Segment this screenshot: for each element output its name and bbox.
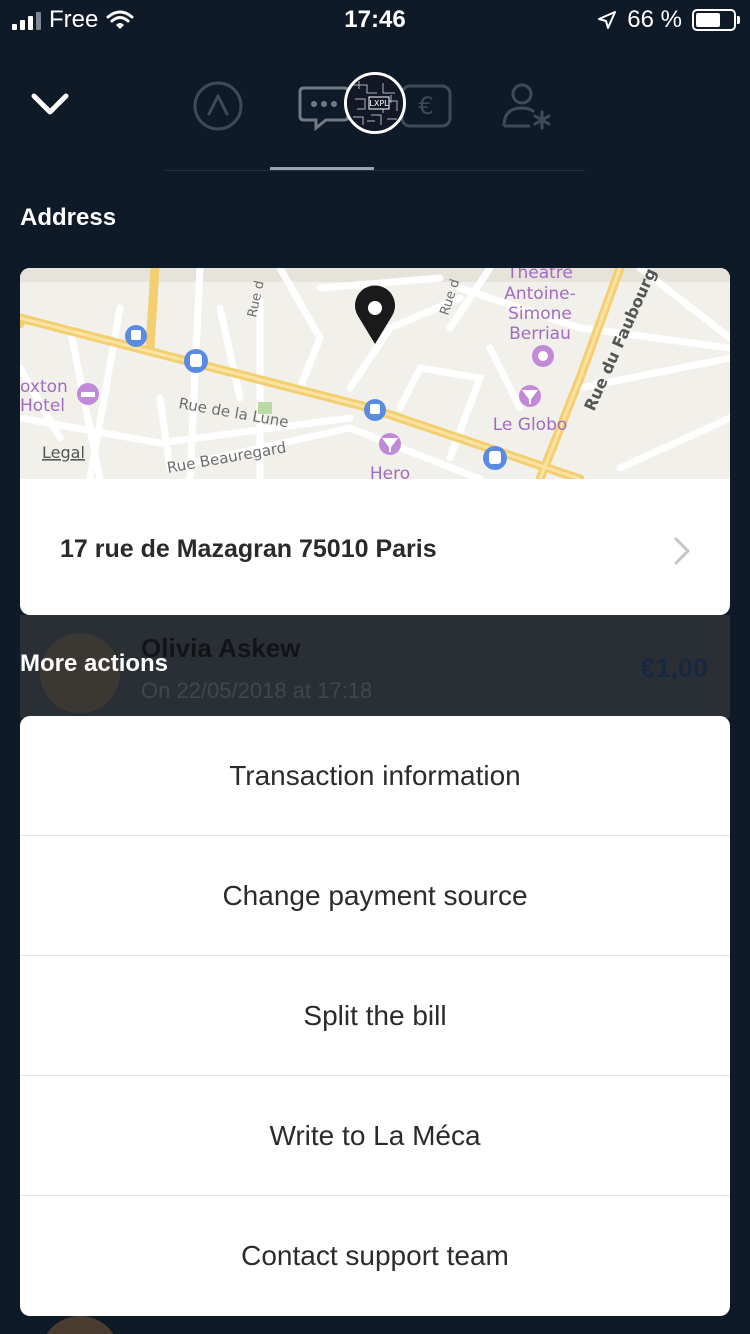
status-bar: Free 17:46 66 % xyxy=(0,0,750,40)
header: € LXPL xyxy=(0,40,750,180)
avatar xyxy=(40,1316,120,1334)
contact-support-button[interactable]: Contact support team xyxy=(20,1196,730,1316)
hotel-bed-icon xyxy=(77,383,99,405)
bar-cocktail-icon xyxy=(379,433,401,455)
svg-text:LXPL: LXPL xyxy=(369,99,389,108)
bar-cocktail-icon xyxy=(519,385,541,407)
map-poi-label-theatre-4: Berriau xyxy=(509,324,571,344)
svg-text:€: € xyxy=(418,92,433,120)
chevron-right-icon xyxy=(674,537,690,565)
map-poi-label-theatre-1: Theatre xyxy=(506,268,573,283)
address-card[interactable]: Rue de la Lune Rue Beauregard Rue d Rue … xyxy=(20,268,730,615)
map-legal-link[interactable]: Legal xyxy=(42,443,85,462)
transaction-date: On 22/05/2018 at 17:18 xyxy=(141,678,373,703)
address-text: 17 rue de Mazagran 75010 Paris xyxy=(60,535,437,563)
user-settings-icon[interactable] xyxy=(500,78,556,134)
more-actions-title: More actions xyxy=(20,650,169,677)
transaction-amount: €1,00 xyxy=(640,653,708,683)
theatre-mask-icon xyxy=(532,345,554,367)
battery-percent: 66 % xyxy=(627,6,682,33)
list-item xyxy=(20,1316,730,1334)
map-view[interactable]: Rue de la Lune Rue Beauregard Rue d Rue … xyxy=(20,268,730,479)
address-section-title: Address xyxy=(20,204,117,231)
map-poi-label-globo: Le Globo xyxy=(493,415,568,435)
metro-station-icon xyxy=(184,349,208,373)
euro-icon[interactable]: € xyxy=(398,78,454,134)
merchant-avatar: LXPL xyxy=(344,72,406,134)
activity-icon[interactable] xyxy=(190,78,246,134)
merchant-logo-icon: LXPL xyxy=(347,75,403,131)
split-bill-button[interactable]: Split the bill xyxy=(20,956,730,1076)
more-actions-sheet: Transaction information Change payment s… xyxy=(20,716,730,1316)
address-row[interactable]: 17 rue de Mazagran 75010 Paris xyxy=(20,479,730,615)
write-to-merchant-button[interactable]: Write to La Méca xyxy=(20,1076,730,1196)
map-poi-label-theatre-2: Antoine- xyxy=(504,284,576,304)
location-arrow-icon xyxy=(598,11,617,29)
map-poi-label-theatre-3: Simone xyxy=(508,304,572,324)
map-poi-label-hotel-1: oxton xyxy=(20,377,68,397)
bus-stop-icon xyxy=(125,325,147,347)
metro-station-icon xyxy=(483,446,507,470)
tab-divider xyxy=(165,170,585,171)
battery-icon xyxy=(692,9,740,31)
transaction-information-button[interactable]: Transaction information xyxy=(20,716,730,836)
map-canvas[interactable]: Rue de la Lune Rue Beauregard Rue d Rue … xyxy=(20,268,730,479)
map-poi-label-hero: Hero xyxy=(370,464,410,479)
chevron-down-icon[interactable] xyxy=(28,82,72,126)
map-poi-label-hotel-2: Hotel xyxy=(20,396,65,416)
active-tab-indicator xyxy=(270,167,374,170)
change-payment-source-button[interactable]: Change payment source xyxy=(20,836,730,956)
bus-stop-icon xyxy=(364,399,386,421)
